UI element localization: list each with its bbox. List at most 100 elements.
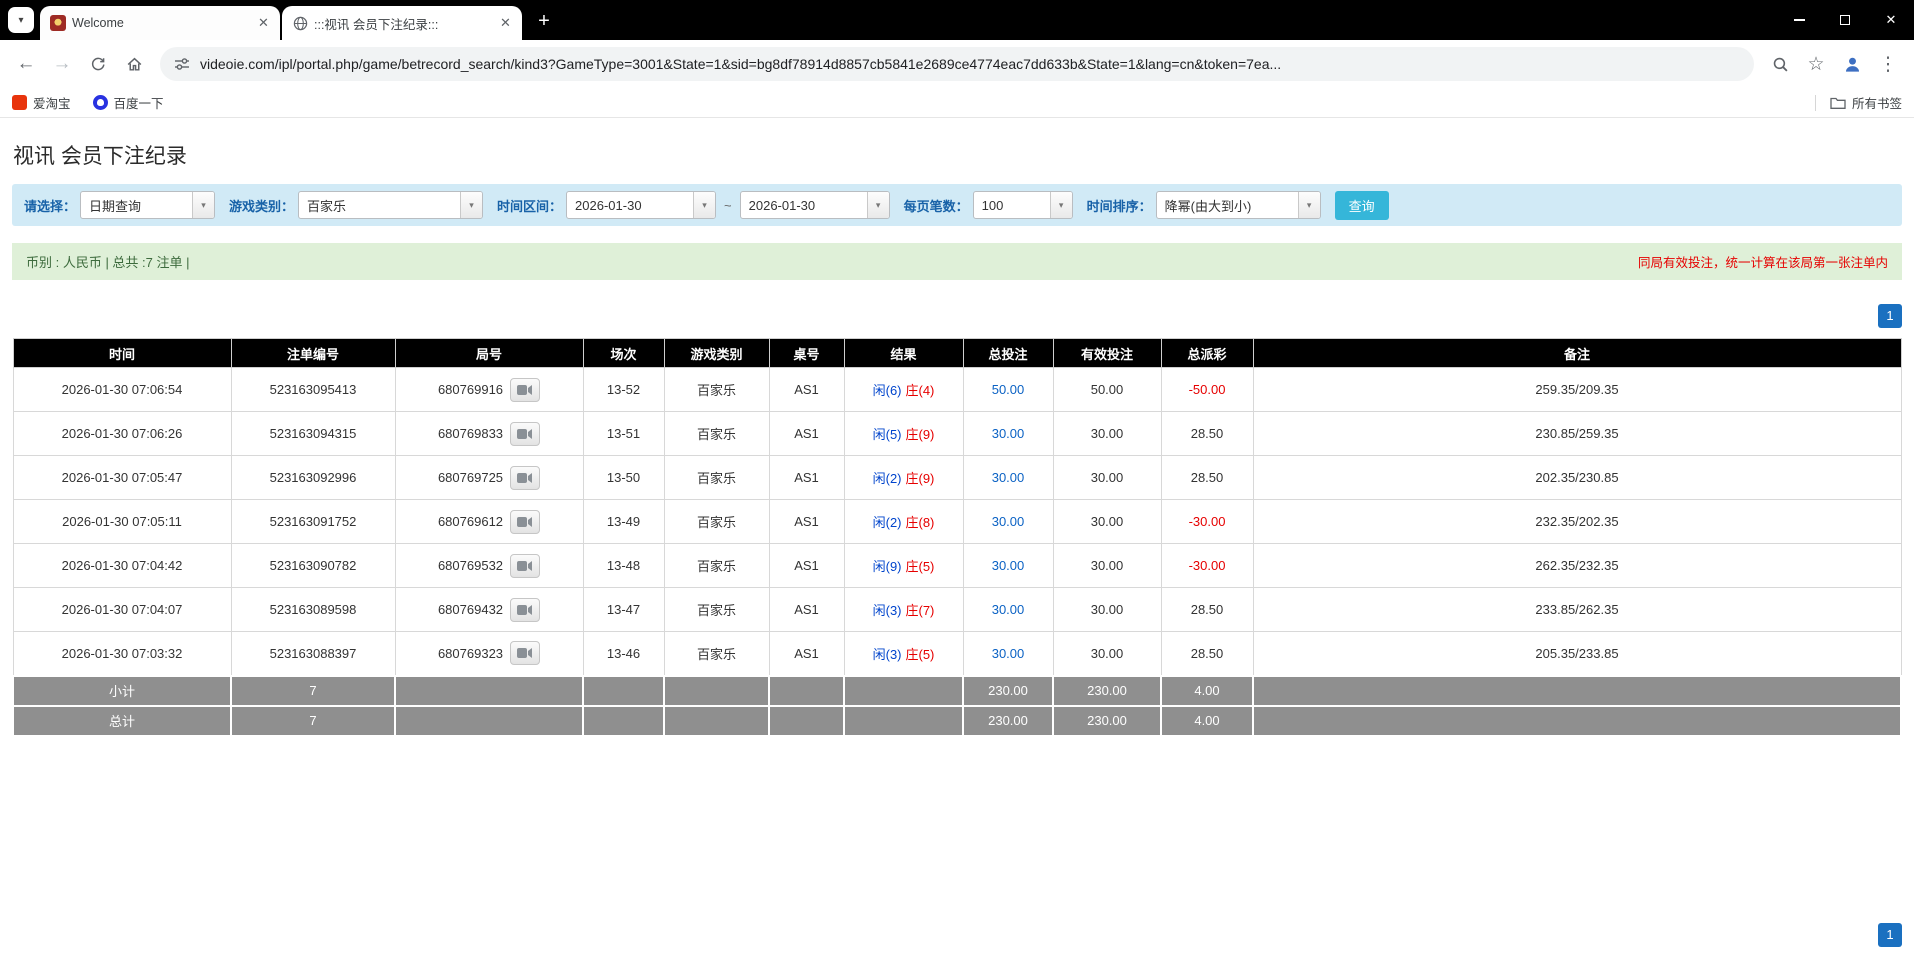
home-button[interactable]	[116, 46, 152, 82]
cell-result: 闲(9)庄(5)	[844, 544, 963, 588]
video-replay-button[interactable]	[510, 554, 540, 578]
browser-tab-welcome[interactable]: Welcome ✕	[40, 6, 280, 40]
cell-session: 13-51	[583, 412, 664, 456]
sort-value: 降幂(由大到小)	[1157, 192, 1298, 218]
select-type-dropdown[interactable]: 日期查询 ▾	[80, 191, 215, 219]
cell-result: 闲(5)庄(9)	[844, 412, 963, 456]
cell-total-bet: 30.00	[963, 412, 1053, 456]
date-to-dropdown[interactable]: 2026-01-30 ▾	[740, 191, 890, 219]
page-number-button[interactable]: 1	[1878, 304, 1902, 328]
cell-time: 2026-01-30 07:05:11	[13, 500, 231, 544]
video-replay-button[interactable]	[510, 422, 540, 446]
new-tab-button[interactable]: +	[530, 7, 558, 35]
subtotal-empty	[1253, 676, 1901, 706]
cell-note: 202.35/230.85	[1253, 456, 1901, 500]
cell-session: 13-49	[583, 500, 664, 544]
bookmarks-bar: 爱淘宝 百度一下 所有书签	[0, 88, 1914, 118]
video-replay-button[interactable]	[510, 466, 540, 490]
camera-icon	[517, 384, 533, 396]
result-player: 闲(6)	[873, 383, 902, 398]
total-bet-link[interactable]: 30.00	[992, 514, 1025, 529]
page-number-button[interactable]: 1	[1878, 923, 1902, 947]
bookmark-star-button[interactable]: ☆	[1798, 46, 1834, 82]
site-settings-icon[interactable]	[174, 56, 190, 72]
folder-icon	[1830, 96, 1846, 110]
result-player: 闲(2)	[873, 471, 902, 486]
video-replay-button[interactable]	[510, 641, 540, 665]
total-bet-link[interactable]: 50.00	[992, 382, 1025, 397]
taobao-icon	[12, 95, 27, 110]
total-bet-link[interactable]: 30.00	[992, 602, 1025, 617]
video-replay-button[interactable]	[510, 598, 540, 622]
cell-note: 232.35/202.35	[1253, 500, 1901, 544]
minimize-icon	[1794, 19, 1805, 21]
bookmark-aitaobao[interactable]: 爱淘宝	[12, 93, 71, 112]
result-player: 闲(3)	[873, 603, 902, 618]
tab-close-icon[interactable]: ✕	[497, 15, 514, 32]
header-time: 时间	[13, 339, 231, 368]
cell-valid-bet: 50.00	[1053, 368, 1161, 412]
search-button[interactable]: 查询	[1335, 191, 1389, 220]
bookmark-baidu[interactable]: 百度一下	[93, 93, 164, 112]
url-text[interactable]: videoie.com/ipl/portal.php/game/betrecor…	[200, 56, 1281, 72]
chevron-down-icon[interactable]: ▾	[1298, 192, 1320, 218]
filter-bar: 请选择： 日期查询 ▾ 游戏类别： 百家乐 ▾ 时间区间： 2026-01-30…	[12, 184, 1902, 226]
menu-button[interactable]: ⋮	[1870, 46, 1906, 82]
minimize-button[interactable]	[1776, 0, 1822, 40]
chevron-down-icon[interactable]: ▾	[1050, 192, 1072, 218]
forward-button[interactable]: →	[44, 46, 80, 82]
profile-button[interactable]	[1834, 46, 1870, 82]
sort-dropdown[interactable]: 降幂(由大到小) ▾	[1156, 191, 1321, 219]
tab-search-button[interactable]: ▾	[8, 7, 34, 33]
cell-time: 2026-01-30 07:04:07	[13, 588, 231, 632]
chevron-down-icon[interactable]: ▾	[460, 192, 482, 218]
game-type-dropdown[interactable]: 百家乐 ▾	[298, 191, 483, 219]
baidu-icon	[93, 95, 108, 110]
browser-tab-betrecord[interactable]: :::视讯 会员下注纪录::: ✕	[282, 6, 522, 40]
total-bet-link[interactable]: 30.00	[992, 558, 1025, 573]
cell-time: 2026-01-30 07:05:47	[13, 456, 231, 500]
table-row: 2026-01-30 07:06:54 523163095413 6807699…	[13, 368, 1901, 412]
subtotal-payout: 4.00	[1161, 676, 1253, 706]
tab-close-icon[interactable]: ✕	[255, 15, 272, 32]
maximize-button[interactable]	[1822, 0, 1868, 40]
subtotal-count: 7	[231, 676, 395, 706]
cell-game-type: 百家乐	[664, 412, 769, 456]
cell-table-no: AS1	[769, 500, 844, 544]
cell-game-type: 百家乐	[664, 368, 769, 412]
result-banker: 庄(5)	[906, 647, 935, 662]
total-bet-link[interactable]: 30.00	[992, 470, 1025, 485]
cell-total-bet: 30.00	[963, 456, 1053, 500]
cell-table-no: AS1	[769, 544, 844, 588]
refresh-button[interactable]	[80, 46, 116, 82]
back-button[interactable]: ←	[8, 46, 44, 82]
table-row: 2026-01-30 07:03:32 523163088397 6807693…	[13, 632, 1901, 676]
cell-valid-bet: 30.00	[1053, 412, 1161, 456]
chevron-down-icon[interactable]: ▾	[867, 192, 889, 218]
total-bet-link[interactable]: 30.00	[992, 646, 1025, 661]
subtotal-empty	[664, 676, 769, 706]
cell-round: 680769432	[395, 588, 583, 632]
cell-round: 680769323	[395, 632, 583, 676]
page-size-dropdown[interactable]: 100 ▾	[973, 191, 1073, 219]
all-bookmarks-button[interactable]: 所有书签	[1830, 93, 1902, 112]
zoom-button[interactable]	[1762, 46, 1798, 82]
subtotal-empty	[844, 676, 963, 706]
cell-note: 262.35/232.35	[1253, 544, 1901, 588]
browser-titlebar: ▾ Welcome ✕ :::视讯 会员下注纪录::: ✕ + ✕	[0, 0, 1914, 40]
chevron-down-icon[interactable]: ▾	[192, 192, 214, 218]
chevron-down-icon[interactable]: ▾	[693, 192, 715, 218]
total-bet-link[interactable]: 30.00	[992, 426, 1025, 441]
cell-result: 闲(3)庄(5)	[844, 632, 963, 676]
all-bookmarks-label: 所有书签	[1852, 93, 1902, 112]
close-button[interactable]: ✕	[1868, 0, 1914, 40]
address-bar[interactable]: videoie.com/ipl/portal.php/game/betrecor…	[160, 47, 1754, 81]
cell-result: 闲(2)庄(8)	[844, 500, 963, 544]
cell-game-type: 百家乐	[664, 544, 769, 588]
cell-game-type: 百家乐	[664, 500, 769, 544]
date-from-dropdown[interactable]: 2026-01-30 ▾	[566, 191, 716, 219]
video-replay-button[interactable]	[510, 510, 540, 534]
cell-note: 259.35/209.35	[1253, 368, 1901, 412]
grand-total-empty	[844, 706, 963, 736]
video-replay-button[interactable]	[510, 378, 540, 402]
